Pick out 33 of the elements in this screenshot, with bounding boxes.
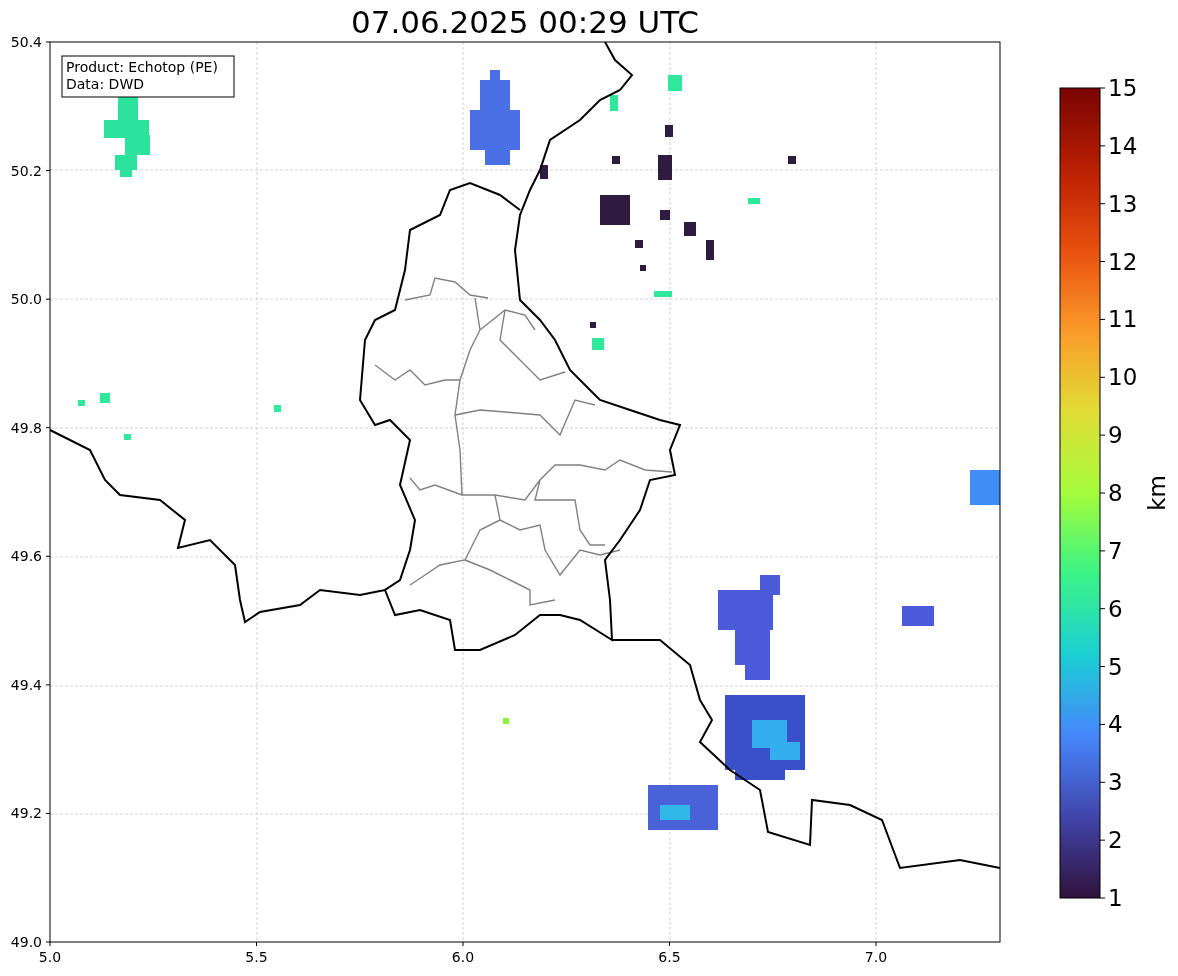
- colorbar-tick-label: 13: [1108, 190, 1138, 217]
- x-tick-label: 5.0: [38, 949, 62, 965]
- info-box: Product: Echotop (PE) Data: DWD: [61, 55, 235, 98]
- colorbar-tick-label: 14: [1108, 132, 1138, 159]
- radar-echo: [970, 470, 1000, 505]
- colorbar-tick-label: 8: [1108, 480, 1123, 506]
- y-tick-label: 49.4: [10, 676, 42, 693]
- x-tick-label: 7.0: [864, 949, 888, 965]
- y-tick-label: 49.2: [10, 805, 42, 822]
- colorbar-tick-label: 15: [1108, 75, 1138, 101]
- y-tick-label: 50.4: [10, 34, 42, 50]
- x-tick-label: 6.0: [451, 949, 475, 965]
- colorbar-tick-label: 9: [1108, 422, 1123, 449]
- y-tick-label: 49.8: [10, 419, 42, 436]
- colorbar-tick-label: 1: [1108, 885, 1123, 911]
- colorbar-tick-label: 7: [1108, 537, 1123, 564]
- radar-echo: [503, 718, 509, 724]
- y-tick-label: 49.0: [10, 934, 42, 950]
- chart-title: 07.06.2025 00:29 UTC: [351, 4, 699, 40]
- colorbar-tick-label: 2: [1108, 827, 1123, 854]
- y-tick-label: 50.0: [10, 291, 42, 308]
- colorbar-tick-label: 5: [1108, 653, 1123, 680]
- colorbar-tick-label: 6: [1108, 595, 1123, 622]
- colorbar-tick-label: 11: [1108, 306, 1138, 333]
- x-tick-label: 5.5: [245, 949, 268, 965]
- colorbar-tick-label: 12: [1108, 248, 1138, 275]
- colorbar-label: km: [1144, 475, 1170, 511]
- colorbar-tick-label: 3: [1108, 769, 1123, 796]
- colorbar-tick-label: 10: [1108, 364, 1138, 391]
- x-tick-label: 6.5: [658, 949, 681, 965]
- colorbar-tick-label: 4: [1108, 711, 1123, 738]
- y-tick-label: 50.2: [10, 162, 42, 179]
- y-tick-label: 49.6: [10, 548, 42, 565]
